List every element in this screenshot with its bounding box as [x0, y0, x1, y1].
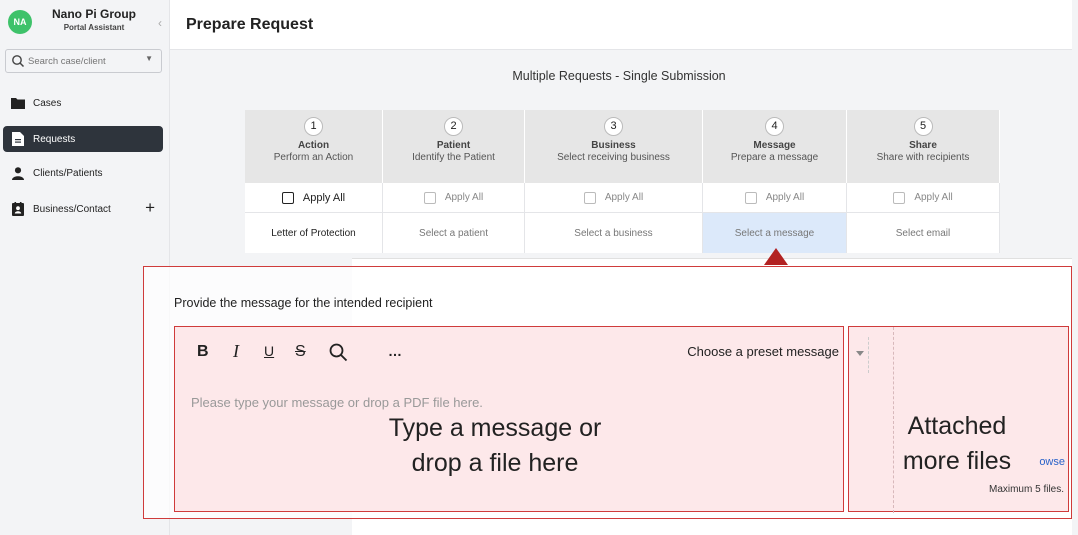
apply-all-checkbox[interactable] — [893, 191, 906, 204]
search-box[interactable]: ▼ — [5, 49, 162, 73]
bold-button[interactable]: B — [197, 343, 209, 361]
sidebar-item-cases[interactable]: Cases — [3, 90, 163, 116]
attach-files-zone[interactable]: Attached more files owse Maximum 5 files… — [848, 326, 1069, 513]
brand: NA Nano Pi Group Portal Assistant ‹ — [8, 6, 168, 40]
step-title: Action — [297, 140, 330, 151]
page-title: Prepare Request — [186, 16, 314, 33]
apply-all-checkbox[interactable] — [423, 191, 436, 204]
apply-all-label: Apply All — [302, 191, 346, 204]
attach-annotation-line-1: Attached — [907, 412, 1007, 440]
search-icon — [12, 55, 25, 68]
avatar[interactable]: NA — [8, 10, 32, 34]
step-title: Patient — [436, 140, 471, 151]
person-icon — [3, 166, 33, 180]
step-title: Business — [591, 140, 636, 151]
chevron-down-icon — [856, 351, 864, 356]
cell-email-select[interactable]: Select email — [847, 213, 1000, 253]
steps-table: 1 Action Perform an Action 2 Patient Ide… — [245, 110, 1000, 257]
apply-all-business[interactable]: Apply All — [525, 183, 703, 213]
step-title: Share — [909, 140, 937, 151]
brand-name: Nano Pi Group — [52, 7, 136, 21]
attach-annotation-line-2: more files — [902, 447, 1012, 475]
search-icon[interactable] — [329, 343, 348, 362]
pointer-arrow-icon — [764, 248, 788, 265]
plus-icon[interactable]: + — [145, 198, 155, 218]
folder-icon — [3, 97, 33, 109]
step-description: Share with recipients — [876, 152, 970, 163]
step-share[interactable]: 5 Share Share with recipients — [847, 110, 1000, 183]
dropzone-annotation: Type a message or drop a file here — [315, 411, 675, 481]
sidebar-item-label: Cases — [33, 97, 62, 109]
attach-annotation: Attached more files — [867, 409, 1047, 479]
header: Prepare Request — [170, 0, 1072, 50]
step-message[interactable]: 4 Message Prepare a message — [703, 110, 847, 183]
editor-toolbar: B I U S …​ Choose a preset message — [175, 327, 843, 377]
cell-action-value[interactable]: Letter of Protection — [245, 213, 383, 253]
max-files-note: Maximum 5 files. — [988, 484, 1064, 495]
search-input[interactable] — [28, 53, 128, 69]
preset-dropdown-toggle[interactable] — [849, 337, 869, 373]
step-number: 5 — [913, 117, 933, 136]
apply-all-checkbox[interactable] — [281, 191, 294, 204]
step-patient[interactable]: 2 Patient Identify the Patient — [383, 110, 525, 183]
apply-all-message[interactable]: Apply All — [703, 183, 847, 213]
browse-link[interactable]: owse — [1039, 456, 1065, 468]
step-number: 1 — [304, 117, 323, 136]
step-business[interactable]: 3 Business Select receiving business — [525, 110, 703, 183]
apply-all-patient[interactable]: Apply All — [383, 183, 525, 213]
apply-all-share[interactable]: Apply All — [847, 183, 1000, 213]
italic-button[interactable]: I — [233, 341, 239, 362]
apply-all-action[interactable]: Apply All — [245, 183, 383, 213]
sidebar-item-label: Clients/Patients — [33, 167, 103, 179]
sidebar-item-requests[interactable]: Requests — [3, 126, 163, 152]
dropzone-annotation-line-1: Type a message or — [388, 414, 602, 442]
cell-patient-select[interactable]: Select a patient — [383, 213, 525, 253]
sidebar-item-clients-patients[interactable]: Clients/Patients — [3, 160, 163, 186]
step-number: 2 — [444, 117, 463, 136]
apply-all-label: Apply All — [914, 192, 953, 203]
sidebar-item-label: Requests — [33, 133, 76, 145]
preset-message-dropdown[interactable]: Choose a preset message — [687, 344, 839, 359]
message-prompt: Provide the message for the intended rec… — [174, 296, 433, 310]
step-description: Prepare a message — [730, 152, 819, 163]
apply-all-label: Apply All — [444, 192, 484, 203]
brand-subtitle: Portal Assistant — [63, 23, 125, 32]
step-number: 4 — [765, 117, 784, 136]
editor-placeholder: Please type your message or drop a PDF f… — [191, 395, 483, 410]
step-description: Perform an Action — [273, 152, 354, 163]
apply-all-label: Apply All — [765, 192, 805, 203]
step-description: Select receiving business — [557, 152, 670, 163]
sidebar-item-label: Business/Contact — [33, 203, 111, 215]
step-description: Identify the Patient — [412, 152, 495, 163]
step-title: Message — [753, 140, 796, 151]
apply-all-label: Apply All — [604, 192, 644, 203]
request-mode-subtitle: Multiple Requests - Single Submission — [512, 69, 726, 83]
step-number: 3 — [604, 117, 623, 136]
document-icon — [3, 132, 33, 146]
cell-message-select[interactable]: Select a message — [703, 213, 847, 253]
sidebar-item-business-contact[interactable]: Business/Contact + — [3, 196, 163, 222]
step-action[interactable]: 1 Action Perform an Action — [245, 110, 383, 183]
strikethrough-button[interactable]: S — [295, 343, 306, 361]
contact-book-icon — [3, 202, 33, 216]
chevron-down-icon[interactable]: ▼ — [145, 54, 153, 63]
apply-all-checkbox[interactable] — [744, 191, 757, 204]
apply-all-checkbox[interactable] — [583, 191, 596, 204]
message-editor[interactable]: B I U S …​ Choose a preset message Pleas… — [174, 326, 844, 512]
underline-button[interactable]: U — [264, 343, 274, 359]
cell-business-select[interactable]: Select a business — [525, 213, 703, 253]
chevron-left-icon[interactable]: ‹ — [158, 16, 162, 30]
dropzone-annotation-line-2: drop a file here — [411, 449, 579, 477]
more-options-button[interactable]: …​ — [388, 343, 402, 359]
